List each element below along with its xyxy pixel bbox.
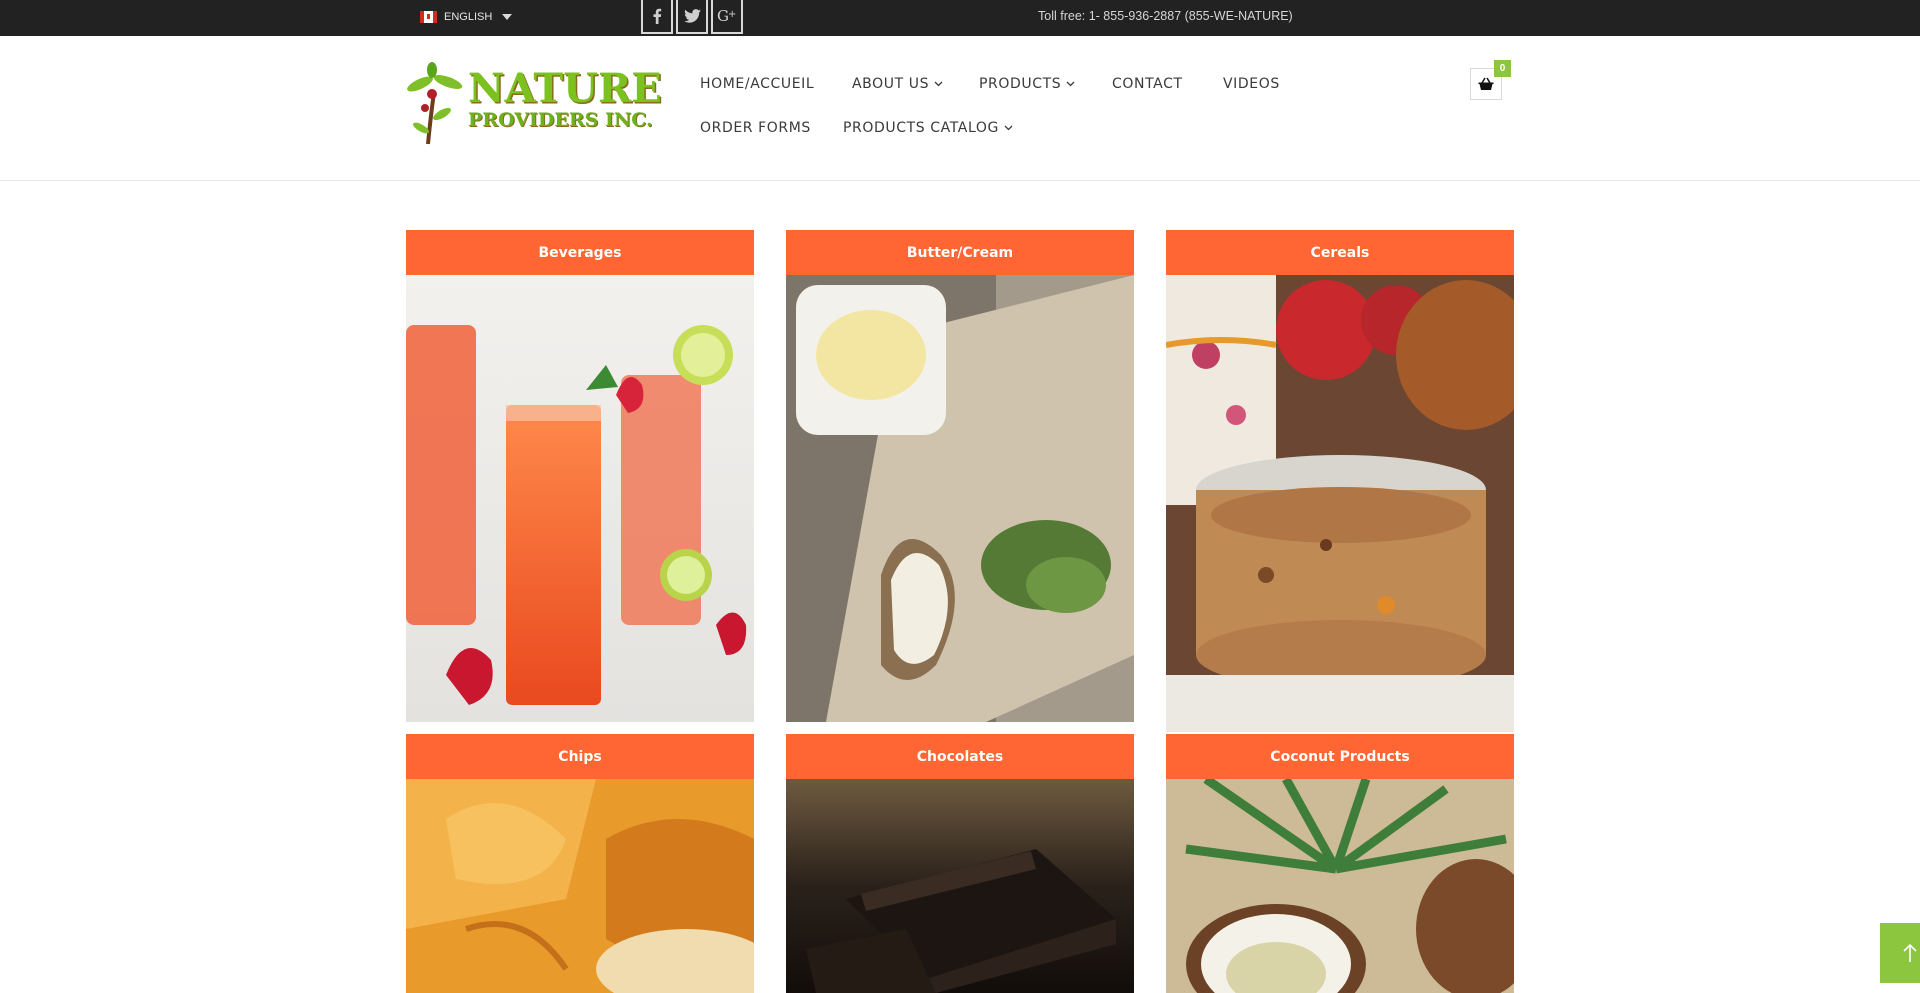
facebook-icon (653, 8, 662, 24)
svg-text:+: + (728, 9, 736, 20)
category-tile-beverages[interactable]: Beverages (406, 230, 754, 722)
google-plus-button[interactable]: G + (711, 0, 743, 34)
logo-subwordmark: PROVIDERS INC. (468, 109, 653, 131)
category-tile-butter-cream[interactable]: Butter/Cream (786, 230, 1134, 722)
site-logo[interactable]: NATURE NATURE PROVIDERS INC. PROVIDERS I… (406, 62, 664, 146)
nav-about-us-label: ABOUT US (852, 76, 930, 92)
nav-products-catalog[interactable]: PRODUCTS CATALOG (843, 120, 1013, 136)
category-tile-chips[interactable]: Chips (406, 734, 754, 993)
caret-down-icon (502, 14, 513, 20)
nav-home[interactable]: HOME/ACCUEIL (700, 76, 814, 92)
cart-count-badge: 0 (1494, 60, 1511, 77)
language-selector[interactable]: ENGLISH (420, 10, 513, 24)
butter-cream-image (786, 275, 1134, 722)
twitter-button[interactable] (676, 0, 708, 34)
nav-videos[interactable]: VIDEOS (1223, 76, 1280, 92)
category-label: Beverages (406, 230, 754, 275)
nav-order-forms[interactable]: ORDER FORMS (700, 120, 811, 136)
nav-videos-label: VIDEOS (1223, 76, 1280, 92)
beverages-image (406, 275, 754, 722)
coconut-products-image (1166, 779, 1514, 993)
chevron-down-icon (934, 81, 943, 87)
site-header: NATURE NATURE PROVIDERS INC. PROVIDERS I… (0, 36, 1920, 181)
back-to-top-button[interactable] (1880, 923, 1920, 983)
canada-flag-icon (420, 11, 437, 23)
top-bar: ENGLISH G + Toll free: 1- 855-936-2887 (… (0, 0, 1920, 36)
nav-products[interactable]: PRODUCTS (979, 76, 1075, 92)
nav-home-label: HOME/ACCUEIL (700, 76, 815, 92)
category-label: Butter/Cream (786, 230, 1134, 275)
category-tile-chocolates[interactable]: Chocolates (786, 734, 1134, 993)
nav-products-catalog-label: PRODUCTS CATALOG (843, 120, 999, 136)
arrow-up-icon (1903, 943, 1917, 962)
nav-contact[interactable]: CONTACT (1112, 76, 1183, 92)
twitter-icon (683, 9, 701, 23)
nav-contact-label: CONTACT (1112, 76, 1183, 92)
category-label: Chips (406, 734, 754, 779)
facebook-button[interactable] (641, 0, 673, 34)
language-label: ENGLISH (444, 11, 493, 23)
cereals-image (1166, 275, 1514, 732)
logo-wordmark: NATURE (468, 65, 662, 112)
category-tile-cereals[interactable]: Cereals (1166, 230, 1514, 732)
category-tile-coconut-products[interactable]: Coconut Products (1166, 734, 1514, 993)
nav-order-forms-label: ORDER FORMS (700, 120, 811, 136)
category-label: Coconut Products (1166, 734, 1514, 779)
shopping-basket-icon (1478, 77, 1494, 90)
nav-products-label: PRODUCTS (979, 76, 1062, 92)
category-label: Chocolates (786, 734, 1134, 779)
chevron-down-icon (1004, 125, 1013, 131)
chevron-down-icon (1066, 81, 1075, 87)
google-plus-icon: G + (717, 8, 736, 24)
toll-free-number: Toll free: 1- 855-936-2887 (855-WE-NATUR… (1038, 9, 1293, 23)
chocolates-image (786, 779, 1134, 993)
social-links: G + (641, 0, 743, 34)
chips-image (406, 779, 754, 993)
nav-about-us[interactable]: ABOUT US (852, 76, 943, 92)
category-label: Cereals (1166, 230, 1514, 275)
